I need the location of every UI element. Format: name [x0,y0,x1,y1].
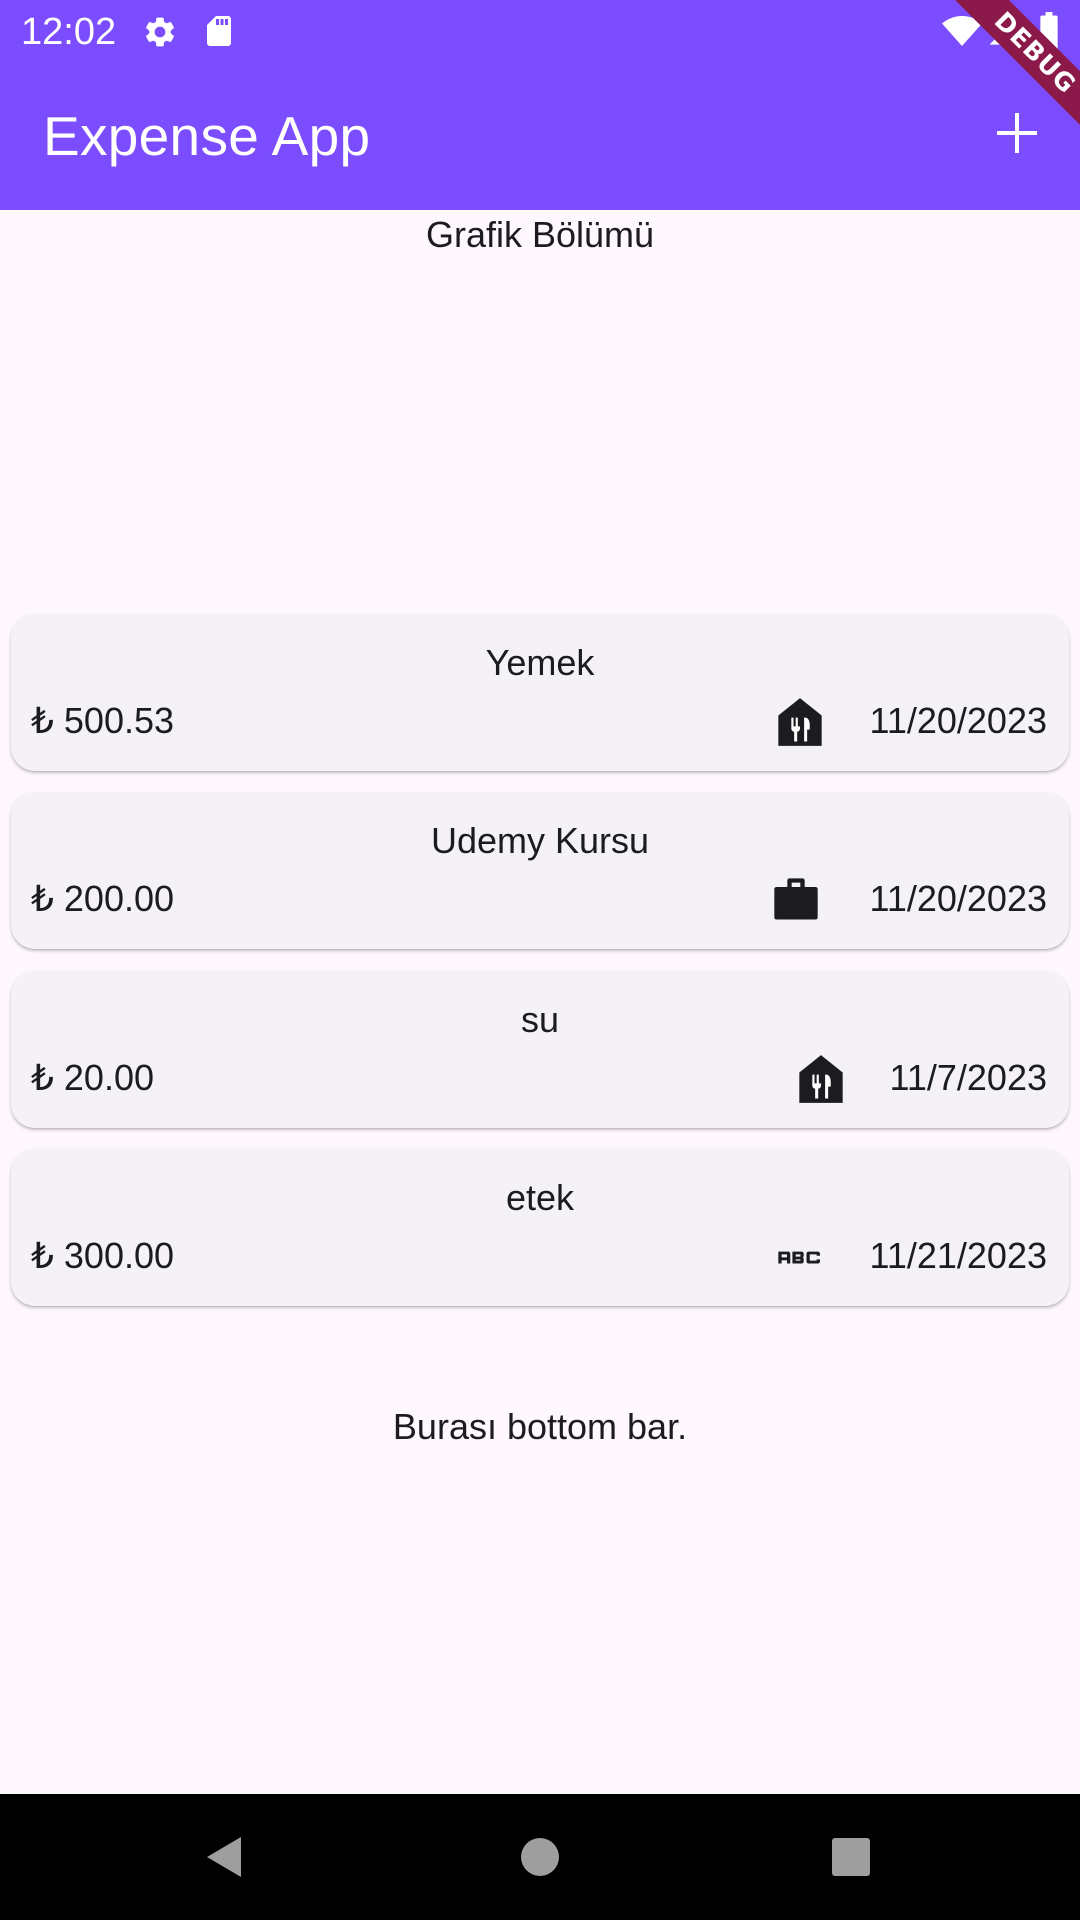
expense-amount: ₺ 300.00 [31,1235,175,1276]
expense-date: 11/20/2023 [869,878,1047,919]
expense-title: Yemek [485,642,595,683]
app-title: Expense App [43,105,371,167]
expense-date: 11/21/2023 [869,1235,1047,1276]
expense-title: Udemy Kursu [430,820,650,861]
expense-amount: ₺ 20.00 [31,1057,154,1098]
expense-amount: ₺ 500.53 [31,700,175,741]
recents-icon [832,1838,870,1876]
app-bar: Expense App [0,64,1080,210]
expense-date: 11/20/2023 [869,700,1047,741]
expense-title: etek [505,1177,575,1218]
back-button[interactable] [192,1824,258,1890]
expense-card[interactable]: Yemek ₺ 500.53 11/20/2023 [11,614,1069,771]
chart-section-title: Grafik Bölümü [425,214,655,255]
screen: 12:02 Expense App DEBUG Grafik Bölümü Ye… [0,0,1080,1920]
expense-title: su [520,999,560,1040]
recents-button[interactable] [818,1824,884,1890]
food-icon [778,698,822,746]
abc-icon [778,1251,820,1264]
expense-card[interactable]: Udemy Kursu ₺ 200.00 11/20/2023 [11,792,1069,949]
bottom-bar-text: Burası bottom bar. [392,1406,688,1447]
status-bar: 12:02 [0,0,1080,64]
expense-card[interactable]: etek ₺ 300.00 11/21/2023 [11,1149,1069,1306]
briefcase-icon [774,878,818,920]
system-navigation-bar [0,1794,1080,1920]
expense-amount: ₺ 200.00 [31,878,175,919]
expense-date: 11/7/2023 [889,1057,1047,1098]
gear-icon [145,17,175,47]
add-expense-button[interactable] [980,96,1054,170]
food-icon [799,1055,843,1103]
sd-card-icon [207,16,231,46]
expense-card[interactable]: su ₺ 20.00 11/7/2023 [11,971,1069,1128]
home-icon [521,1838,559,1876]
back-icon [207,1837,241,1877]
home-button[interactable] [507,1824,573,1890]
status-time: 12:02 [21,11,117,53]
plus-icon [997,113,1037,153]
